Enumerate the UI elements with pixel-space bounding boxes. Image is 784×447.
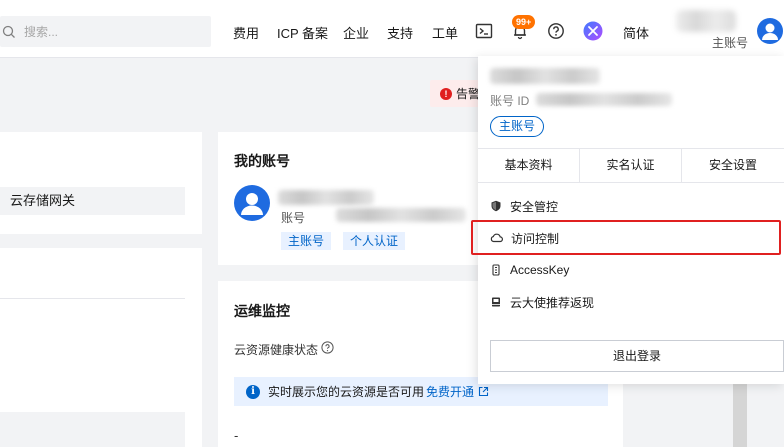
highlight-box [471,220,781,255]
account-name-blurred [278,190,374,205]
nav-billing[interactable]: 费用 [233,23,259,42]
storage-gateway-item[interactable]: 云存储网关 [0,187,185,215]
help-icon[interactable] [321,341,334,354]
user-avatar-icon[interactable] [757,18,783,44]
help-icon[interactable] [547,22,565,40]
my-account-avatar-icon [234,185,270,221]
account-name-blurred [490,68,600,84]
divider [0,298,185,299]
alert-label: 告警 [456,87,481,101]
main-account-badge: 主账号 [490,116,545,137]
menu-label: AccessKey [510,263,570,277]
product-card: 云存储网关 [0,132,202,234]
key-icon [492,264,500,276]
tab-security-settings[interactable]: 安全设置 [682,149,784,182]
account-id-blurred [336,208,466,222]
info-text: 实时展示您的云资源是否可用 [268,385,425,399]
search-icon [2,25,15,38]
terminal-icon[interactable] [475,22,493,40]
account-id-blurred [536,93,672,106]
shield-icon [491,200,501,212]
menu-label: 云大使推荐返现 [510,295,595,310]
account-id-label: 账号 ID [490,94,530,108]
nav-support[interactable]: 支持 [387,23,413,42]
monitoring-title: 运维监控 [234,303,290,319]
info-icon: i [246,384,260,399]
search-input[interactable] [24,24,184,39]
menu-accesskey[interactable]: AccessKey [478,254,784,286]
top-navigation-bar: 费用 ICP 备案 企业 支持 工单 99+ 简体 主账号 [0,0,784,58]
account-name-blurred [676,10,736,32]
placeholder-row [0,412,185,447]
enable-free-link[interactable]: 免费开通 [426,383,474,400]
monitoring-empty-dash: - [234,428,239,443]
alert-icon: ! [440,87,452,100]
gift-icon [492,297,500,307]
health-status-label: 云资源健康状态 [234,343,319,357]
external-link-icon[interactable] [478,386,489,397]
my-account-title: 我的账号 [234,153,290,169]
nav-tickets[interactable]: 工单 [432,23,458,42]
ai-assistant-icon[interactable] [583,21,603,41]
left-lower-card [0,248,202,447]
account-label: 账号 [281,211,306,225]
account-tabs: 基本资料 实名认证 安全设置 [478,148,784,183]
personal-verified-tag: 个人认证 [343,232,406,250]
menu-label: 安全管控 [510,199,559,214]
tab-basic-info[interactable]: 基本资料 [478,149,581,182]
nav-icp-filing[interactable]: ICP 备案 [277,23,328,42]
language-switcher[interactable]: 简体 [623,23,649,42]
nav-enterprise[interactable]: 企业 [343,23,369,42]
menu-security-control[interactable]: 安全管控 [478,190,784,222]
logout-button[interactable]: 退出登录 [490,340,784,372]
scrollbar[interactable] [733,384,747,447]
account-role-label: 主账号 [712,36,749,50]
main-account-tag: 主账号 [281,232,332,250]
menu-referral-cashback[interactable]: 云大使推荐返现 [478,286,784,318]
notification-badge: 99+ [512,15,536,29]
search-box[interactable] [0,16,211,47]
tab-real-name-auth[interactable]: 实名认证 [580,149,683,182]
